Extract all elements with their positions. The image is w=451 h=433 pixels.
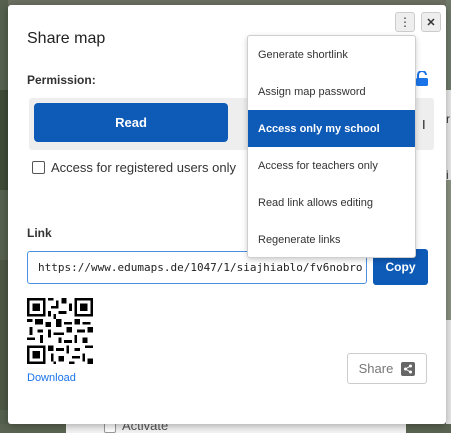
close-icon: ✕ (426, 16, 436, 29)
menu-item-access-my-school[interactable]: Access only my school (248, 110, 415, 147)
more-options-button[interactable]: ⋮ (395, 12, 415, 32)
link-label: Link (27, 226, 52, 240)
menu-item-read-link-editing[interactable]: Read link allows editing (248, 184, 415, 221)
background-left-panel (0, 0, 8, 433)
permission-read-button[interactable]: Read (34, 103, 228, 142)
permission-label: Permission: (27, 73, 96, 87)
share-button[interactable]: Share (347, 353, 427, 384)
dialog-title: Share map (27, 30, 106, 47)
close-button[interactable]: ✕ (421, 12, 441, 32)
background-bottom (0, 424, 451, 433)
share-icon (401, 361, 416, 376)
unlock-icon[interactable] (415, 71, 429, 87)
registered-only-checkbox[interactable] (32, 161, 45, 174)
share-label: Share (358, 361, 394, 376)
more-vertical-icon: ⋮ (399, 15, 411, 29)
background-peek-text: i (446, 168, 449, 182)
menu-item-access-teachers[interactable]: Access for teachers only (248, 147, 415, 184)
registered-only-label[interactable]: Access for registered users only (51, 160, 236, 175)
background-right-panel (446, 0, 451, 433)
download-qr-link[interactable]: Download (27, 372, 76, 384)
more-options-menu: Generate shortlink Assign map password A… (247, 35, 416, 258)
menu-item-assign-password[interactable]: Assign map password (248, 73, 415, 110)
menu-item-generate-shortlink[interactable]: Generate shortlink (248, 36, 415, 73)
background-peek-text: r (446, 112, 450, 126)
qr-code (27, 298, 93, 364)
permission-peek-text: I (422, 117, 426, 132)
menu-item-regenerate-links[interactable]: Regenerate links (248, 221, 415, 258)
